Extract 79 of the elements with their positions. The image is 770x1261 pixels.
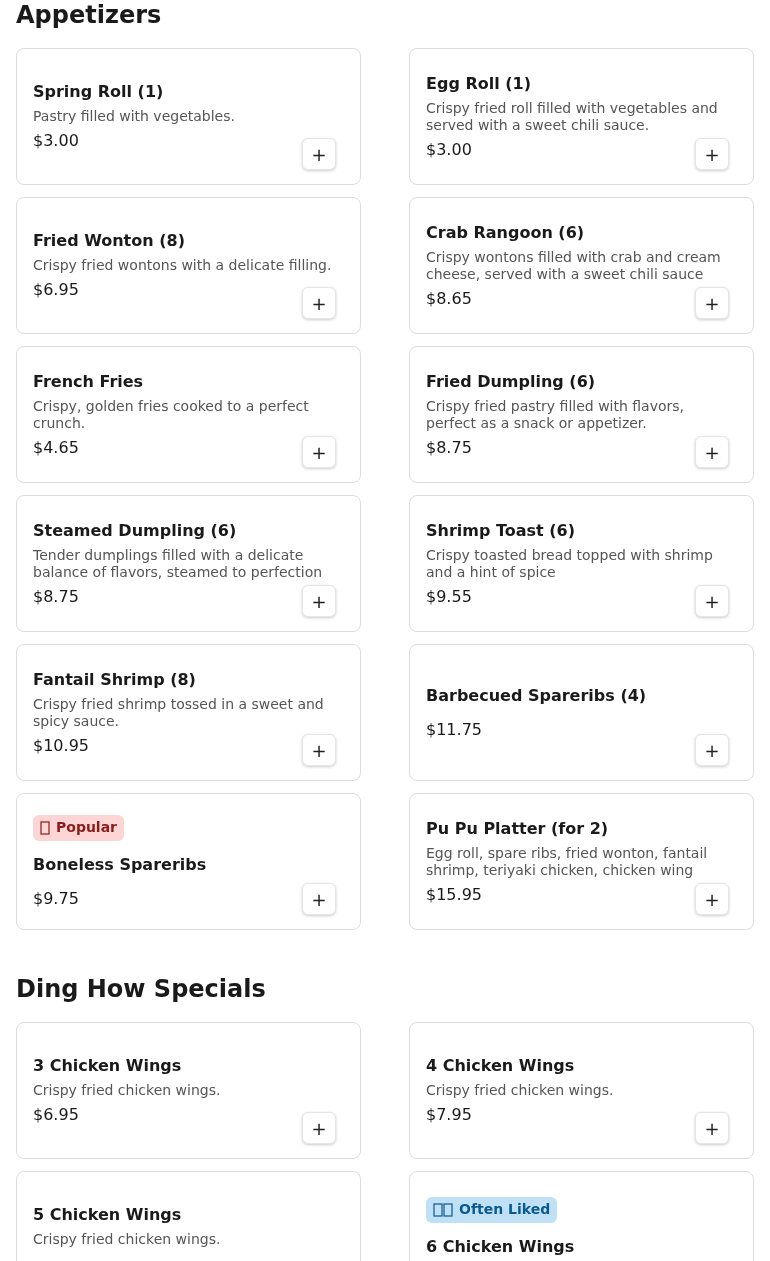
menu-item-card[interactable]: Steamed Dumpling (6) Tender dumplings filled with a delicate balance of flavors, steamed to perfection $8.75 +	[16, 495, 361, 632]
menu-item-card[interactable]: 3 Chicken Wings Crispy fried chicken wings. $6.95 +	[16, 1022, 361, 1159]
menu-item-card[interactable]: Fried Wonton (8) Crispy fried wontons with a delicate filling. $6.95 +	[16, 197, 361, 334]
item-description: Crispy fried shrimp tossed in a sweet and spicy sauce.	[33, 695, 325, 730]
item-price: $10.95	[33, 735, 89, 756]
item-price: $3.00	[426, 139, 472, 160]
menu-item-card[interactable]: Shrimp Toast (6) Crispy toasted bread topped with shrimp and a hint of spice $9.55 +	[409, 495, 754, 632]
menu-item-card[interactable]: Fried Dumpling (6) Crispy fried pastry filled with flavors, perfect as a snack or appetizer. $8.75 +	[409, 346, 754, 483]
add-button[interactable]: +	[695, 585, 729, 617]
add-button[interactable]: +	[695, 436, 729, 468]
add-button[interactable]: +	[695, 138, 729, 170]
item-price: $8.75	[426, 437, 472, 458]
item-price: $9.75	[33, 888, 79, 909]
item-name: 4 Chicken Wings	[426, 1056, 576, 1076]
item-price: $3.00	[33, 131, 79, 151]
item-description: Crispy wontons filled with crab and cream cheese, served with a sweet chili sauce	[426, 248, 722, 283]
menu-item-card[interactable]: Fantail Shrimp (8) Crispy fried shrimp tossed in a sweet and spicy sauce. $10.95 +	[16, 644, 361, 781]
item-name: Shrimp Toast (6)	[426, 520, 577, 541]
menu-item-card[interactable]: Popular Boneless Spareribs $9.75 +	[16, 793, 361, 930]
menu-item-card[interactable]: Spring Roll (1) Pastry filled with vegetables. $3.00 +	[16, 48, 361, 185]
item-name: Boneless Spareribs	[33, 854, 208, 875]
menu-item-card[interactable]: Crab Rangoon (6) Crispy wontons filled with crab and cream cheese, served with a sweet chili sauce $8.65 +	[409, 197, 754, 334]
item-name: Fried Dumpling (6)	[426, 371, 597, 392]
add-button[interactable]: +	[302, 1112, 336, 1144]
item-description: Crispy fried chicken wings.	[33, 1082, 222, 1099]
add-button[interactable]: +	[695, 734, 729, 766]
section-heading: Ding How Specials	[16, 974, 267, 1004]
item-description: Crispy toasted bread topped with shrimp and a hint of spice	[426, 546, 714, 581]
item-price: $8.75	[33, 586, 79, 607]
add-button[interactable]: +	[302, 138, 336, 170]
add-button[interactable]: +	[302, 883, 336, 915]
menu-item-card[interactable]: Egg Roll (1) Crispy fried roll filled with vegetables and served with a sweet chili sauce. $3.00 +	[409, 48, 754, 185]
menu-item-card[interactable]: Pu Pu Platter (for 2) Egg roll, spare ribs, fried wonton, fantail shrimp, teriyaki chicken, chicken wing $15.95 +	[409, 793, 754, 930]
item-description: Egg roll, spare ribs, fried wonton, fantail shrimp, teriyaki chicken, chicken wing	[426, 844, 709, 879]
item-name: Steamed Dumpling (6)	[33, 520, 238, 541]
add-button[interactable]: +	[695, 1112, 729, 1144]
item-name: 3 Chicken Wings	[33, 1056, 183, 1076]
item-name: Fantail Shrimp (8)	[33, 669, 197, 690]
item-price: $4.65	[33, 437, 79, 458]
add-button[interactable]: +	[695, 287, 729, 319]
item-price: $8.65	[426, 288, 472, 309]
add-button[interactable]: +	[302, 436, 336, 468]
item-description: Crispy fried pastry filled with flavors, perfect as a snack or appetizer.	[426, 397, 686, 432]
item-description: Crispy fried chicken wings.	[33, 1231, 222, 1248]
add-button[interactable]: +	[302, 585, 336, 617]
item-name: 6 Chicken Wings	[426, 1236, 576, 1257]
item-price: $11.75	[426, 719, 482, 740]
add-button[interactable]: +	[302, 287, 336, 319]
item-price: $6.95	[33, 1105, 79, 1125]
missing-glyph-icon	[40, 820, 50, 835]
menu-item-card[interactable]: 5 Chicken Wings Crispy fried chicken wings.	[16, 1171, 361, 1261]
item-description: Crispy fried chicken wings.	[426, 1082, 615, 1099]
item-name: Barbecued Spareribs (4)	[426, 685, 648, 706]
item-description: Crispy, golden fries cooked to a perfect crunch.	[33, 397, 310, 432]
badge: Popular	[33, 814, 125, 841]
item-price: $9.55	[426, 586, 472, 607]
item-name: 5 Chicken Wings	[33, 1205, 183, 1225]
item-name: Spring Roll (1)	[33, 82, 165, 102]
item-description: Crispy fried wontons with a delicate filling.	[33, 257, 333, 274]
item-name: French Fries	[33, 371, 145, 392]
menu-item-card[interactable]: Often Liked 6 Chicken Wings	[409, 1171, 754, 1261]
item-price: $6.95	[33, 280, 79, 300]
item-description: Pastry filled with vegetables.	[33, 108, 236, 125]
badge: Often Liked	[426, 1196, 558, 1223]
item-name: Fried Wonton (8)	[33, 231, 186, 251]
item-price: $7.95	[426, 1105, 472, 1125]
item-description: Crispy fried roll filled with vegetables and served with a sweet chili sauce.	[426, 99, 719, 134]
missing-glyph-icon	[433, 1202, 453, 1217]
item-description: Tender dumplings filled with a delicate balance of flavors, steamed to perfection	[33, 546, 324, 581]
item-price: $15.95	[426, 884, 482, 905]
item-name: Pu Pu Platter (for 2)	[426, 818, 610, 839]
add-button[interactable]: +	[302, 734, 336, 766]
menu-item-card[interactable]: French Fries Crispy, golden fries cooked to a perfect crunch. $4.65 +	[16, 346, 361, 483]
item-name: Crab Rangoon (6)	[426, 222, 586, 243]
item-name: Egg Roll (1)	[426, 73, 532, 94]
section-heading: Appetizers	[16, 0, 163, 30]
menu-item-card[interactable]: 4 Chicken Wings Crispy fried chicken wings. $7.95 +	[409, 1022, 754, 1159]
add-button[interactable]: +	[695, 883, 729, 915]
menu-item-card[interactable]: Barbecued Spareribs (4) $11.75 +	[409, 644, 754, 781]
